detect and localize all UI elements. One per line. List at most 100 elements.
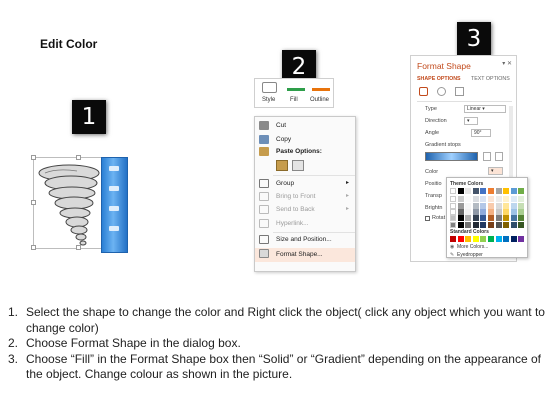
color-swatch[interactable]: [457, 202, 464, 209]
color-swatch[interactable]: [465, 202, 472, 209]
color-swatch[interactable]: [480, 188, 487, 194]
color-swatch[interactable]: [495, 236, 502, 242]
color-swatch[interactable]: [510, 208, 517, 215]
menu-item-bring-to-front[interactable]: Bring to Front ▸: [255, 191, 355, 203]
color-swatch[interactable]: [457, 215, 464, 222]
color-swatch[interactable]: [503, 188, 510, 194]
color-swatch[interactable]: [518, 196, 525, 203]
color-swatch[interactable]: [457, 221, 464, 228]
fill-icon[interactable]: [287, 88, 305, 91]
effects-icon[interactable]: [437, 87, 446, 96]
color-swatch[interactable]: [480, 221, 487, 228]
color-swatch[interactable]: [465, 221, 472, 228]
color-swatch[interactable]: [472, 221, 479, 228]
color-swatch[interactable]: [457, 196, 464, 203]
color-swatch[interactable]: [518, 208, 525, 215]
color-swatch[interactable]: [510, 215, 517, 222]
color-swatch[interactable]: [488, 188, 494, 194]
color-swatch[interactable]: [495, 208, 502, 215]
remove-stop-icon[interactable]: [495, 152, 503, 161]
color-swatch[interactable]: [510, 188, 517, 194]
color-swatch[interactable]: [472, 208, 479, 215]
color-swatch[interactable]: [457, 236, 464, 242]
type-dropdown[interactable]: Linear ▾: [464, 105, 506, 113]
color-swatch[interactable]: [503, 236, 510, 242]
color-swatch[interactable]: [488, 215, 494, 222]
resize-handle[interactable]: [31, 245, 36, 250]
color-swatch[interactable]: [457, 208, 464, 215]
more-colors-link[interactable]: More Colors...: [457, 244, 488, 250]
paste-keep-format-icon[interactable]: [276, 160, 288, 171]
color-swatch[interactable]: [495, 202, 502, 209]
color-swatch[interactable]: [480, 202, 487, 209]
menu-item-copy[interactable]: Copy: [255, 134, 355, 146]
color-swatch[interactable]: [495, 188, 502, 194]
color-swatch[interactable]: [510, 196, 517, 203]
color-swatch[interactable]: [518, 236, 525, 242]
color-swatch[interactable]: [465, 196, 472, 203]
close-icon[interactable]: ▾ ✕: [502, 60, 512, 67]
color-swatch[interactable]: [495, 215, 502, 222]
fill-line-icon[interactable]: [419, 87, 428, 96]
color-swatch[interactable]: [465, 188, 472, 194]
color-swatch[interactable]: [503, 221, 510, 228]
menu-item-hyperlink[interactable]: Hyperlink...: [255, 218, 355, 230]
color-swatch[interactable]: [472, 202, 479, 209]
color-swatch[interactable]: [503, 208, 510, 215]
color-swatch[interactable]: [450, 208, 456, 215]
color-swatch[interactable]: [495, 221, 502, 228]
color-swatch[interactable]: [450, 221, 456, 228]
color-swatch[interactable]: [450, 215, 456, 222]
color-swatch[interactable]: [488, 208, 494, 215]
color-swatch[interactable]: [465, 215, 472, 222]
tornado-shape[interactable]: [31, 155, 133, 257]
menu-item-size-position[interactable]: Size and Position...: [255, 234, 355, 246]
resize-handle[interactable]: [76, 155, 81, 160]
eyedropper-link[interactable]: Eyedropper: [457, 252, 483, 258]
color-swatch[interactable]: [510, 202, 517, 209]
color-swatch[interactable]: [510, 236, 517, 242]
menu-item-paste-options[interactable]: Paste Options:: [255, 146, 355, 158]
color-swatch[interactable]: [480, 215, 487, 222]
color-swatch[interactable]: [488, 236, 494, 242]
color-swatch[interactable]: [480, 236, 487, 242]
rotate-checkbox[interactable]: [425, 216, 430, 221]
fill-button[interactable]: Fill: [290, 97, 298, 103]
color-swatch[interactable]: [510, 221, 517, 228]
color-picker-button[interactable]: ▾: [488, 167, 503, 175]
color-swatch[interactable]: [503, 215, 510, 222]
color-swatch[interactable]: [488, 196, 494, 203]
direction-dropdown[interactable]: ▾: [464, 117, 478, 125]
color-swatch[interactable]: [450, 188, 456, 194]
color-swatch[interactable]: [518, 202, 525, 209]
color-swatch[interactable]: [495, 196, 502, 203]
resize-handle[interactable]: [31, 200, 36, 205]
color-swatch[interactable]: [450, 196, 456, 203]
resize-handle[interactable]: [31, 155, 36, 160]
color-swatch[interactable]: [472, 196, 479, 203]
color-swatch[interactable]: [518, 188, 525, 194]
style-icon[interactable]: [262, 82, 277, 93]
angle-input[interactable]: 90°: [471, 129, 491, 137]
color-swatch[interactable]: [480, 208, 487, 215]
color-swatch[interactable]: [480, 196, 487, 203]
menu-item-format-shape[interactable]: Format Shape...: [255, 248, 355, 262]
color-swatch[interactable]: [503, 202, 510, 209]
menu-item-group[interactable]: Group ▸: [255, 178, 355, 190]
color-swatch[interactable]: [472, 188, 479, 194]
color-swatch[interactable]: [465, 236, 472, 242]
menu-item-cut[interactable]: Cut: [255, 120, 355, 132]
gradient-stops-bar[interactable]: [425, 152, 478, 161]
color-swatch[interactable]: [518, 221, 525, 228]
tab-shape-options[interactable]: SHAPE OPTIONS: [417, 76, 461, 82]
paste-picture-icon[interactable]: [292, 160, 304, 171]
color-swatch[interactable]: [465, 208, 472, 215]
color-swatch[interactable]: [450, 236, 456, 242]
add-stop-icon[interactable]: [483, 152, 491, 161]
color-swatch[interactable]: [450, 202, 456, 209]
color-swatch[interactable]: [518, 215, 525, 222]
size-properties-icon[interactable]: [455, 87, 464, 96]
style-button[interactable]: Style: [262, 97, 275, 103]
outline-icon[interactable]: [312, 88, 330, 91]
color-swatch[interactable]: [472, 215, 479, 222]
